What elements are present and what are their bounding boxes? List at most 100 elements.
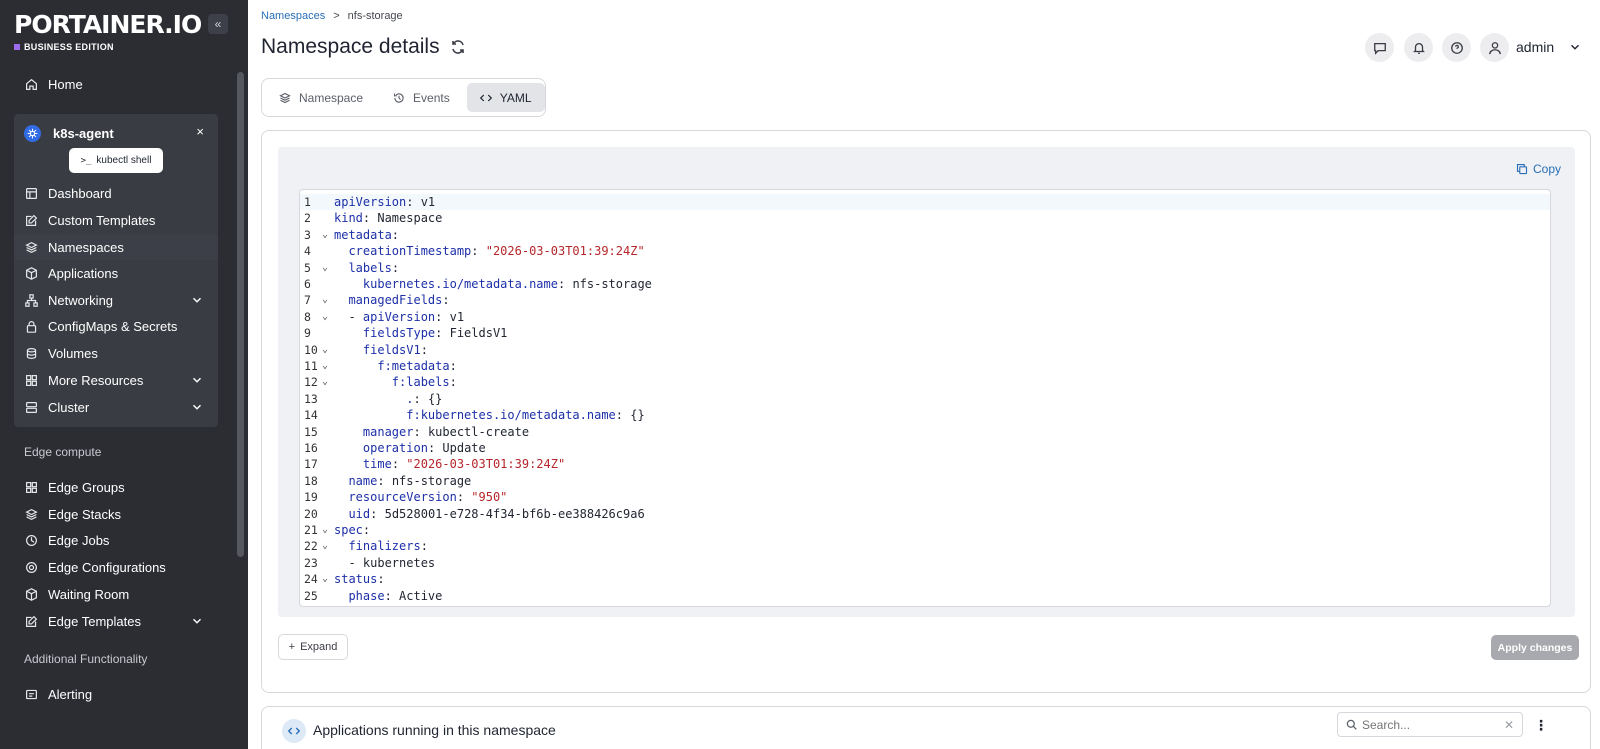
fold-chevron-icon[interactable]: ⌄	[322, 227, 332, 243]
user-avatar[interactable]	[1480, 33, 1509, 62]
code-line[interactable]: 20 uid: 5d528001-e728-4f34-bf6b-ee388426…	[300, 506, 1550, 522]
portainer-logo[interactable]: PORTAINER.IO BUSINESS EDITION	[14, 10, 202, 52]
code-line[interactable]: 25 phase: Active	[300, 588, 1550, 604]
box-icon	[24, 266, 38, 280]
code-text: managedFields:	[334, 292, 449, 308]
yaml-key: finalizers	[348, 539, 421, 554]
sidebar-item-edge-configurations[interactable]: Edge Configurations	[14, 554, 218, 580]
fold-chevron-icon[interactable]: ⌄	[322, 342, 332, 358]
notifications-button[interactable]	[1404, 33, 1433, 62]
user-name[interactable]: admin	[1516, 39, 1554, 55]
tab-events[interactable]: Events	[380, 83, 463, 112]
code-line[interactable]: 9 fieldsType: FieldsV1	[300, 325, 1550, 341]
code-line[interactable]: 12 ⌄ f:labels:	[300, 374, 1550, 390]
code-line[interactable]: 5 ⌄ labels:	[300, 260, 1550, 276]
sidebar-item-home[interactable]: Home	[14, 71, 218, 97]
kubectl-shell-label: kubectl shell	[96, 155, 152, 166]
sidebar-item-applications[interactable]: Applications	[14, 260, 218, 286]
chevron-down-icon[interactable]	[1568, 40, 1582, 54]
code-line[interactable]: 15 manager: kubectl-create	[300, 424, 1550, 440]
code-line[interactable]: 16 operation: Update	[300, 440, 1550, 456]
code-line[interactable]: 23 - kubernetes	[300, 555, 1550, 571]
sidebar-item-custom-templates[interactable]: Custom Templates	[14, 207, 218, 233]
search-icon	[1346, 719, 1357, 730]
sidebar-item-edge-groups[interactable]: Edge Groups	[14, 474, 218, 500]
code-line[interactable]: 8 ⌄ - apiVersion: v1	[300, 309, 1550, 325]
sidebar-item-alerting[interactable]: Alerting	[14, 681, 218, 707]
tab-namespace[interactable]: Namespace	[266, 83, 376, 112]
code-line[interactable]: 24 ⌄ status:	[300, 571, 1550, 587]
help-button[interactable]	[1442, 33, 1471, 62]
fold-chevron-icon[interactable]: ⌄	[322, 538, 332, 554]
terminal-icon: >_	[80, 155, 92, 166]
feedback-button[interactable]	[1365, 33, 1394, 62]
code-line[interactable]: 10 ⌄ fieldsV1:	[300, 342, 1550, 358]
more-options-icon[interactable]: ⋮	[1534, 717, 1548, 734]
sidebar-item-edge-stacks[interactable]: Edge Stacks	[14, 501, 218, 527]
sidebar-item-configmaps-secrets[interactable]: ConfigMaps & Secrets	[14, 313, 218, 339]
fold-chevron-icon[interactable]: ⌄	[322, 309, 332, 325]
sidebar-item-edge-templates[interactable]: Edge Templates	[14, 608, 218, 634]
fold-chevron-icon[interactable]: ⌄	[322, 260, 332, 276]
code-line[interactable]: 13 .: {}	[300, 391, 1550, 407]
fold-chevron-icon[interactable]: ⌄	[322, 374, 332, 390]
expand-button[interactable]: + Expand	[278, 634, 348, 660]
close-environment-icon[interactable]: ×	[196, 124, 204, 139]
sidebar-item-cluster[interactable]: Cluster	[14, 394, 218, 420]
breadcrumb-namespaces-link[interactable]: Namespaces	[261, 10, 325, 22]
kubectl-shell-button[interactable]: >_ kubectl shell	[69, 148, 163, 173]
sidebar-item-dashboard[interactable]: Dashboard	[14, 180, 218, 206]
sidebar-item-edge-jobs[interactable]: Edge Jobs	[14, 527, 218, 553]
code-line[interactable]: 7 ⌄ managedFields:	[300, 292, 1550, 308]
code-line[interactable]: 1 apiVersion: v1	[300, 194, 1550, 210]
line-number: 4	[304, 244, 311, 259]
code-line[interactable]: 19 resourceVersion: "950"	[300, 489, 1550, 505]
sidebar-item-networking[interactable]: Networking	[14, 287, 218, 313]
fold-chevron-icon[interactable]: ⌄	[322, 522, 332, 538]
sidebar-item-label: Edge Configurations	[48, 559, 166, 575]
sidebar-item-waiting-room[interactable]: Waiting Room	[14, 581, 218, 607]
apply-changes-button[interactable]: Apply changes	[1491, 635, 1579, 660]
code-line[interactable]: 21 ⌄ spec:	[300, 522, 1550, 538]
code-line[interactable]: 26	[300, 604, 1550, 606]
code-line[interactable]: 11 ⌄ f:metadata:	[300, 358, 1550, 374]
code-line[interactable]: 14 f:kubernetes.io/metadata.name: {}	[300, 407, 1550, 423]
fold-chevron-icon[interactable]: ⌄	[322, 571, 332, 587]
yaml-separator: :	[427, 441, 443, 455]
sidebar-item-namespaces[interactable]: Namespaces	[14, 234, 218, 260]
fold-chevron-icon[interactable]: ⌄	[322, 292, 332, 308]
code-text: f:kubernetes.io/metadata.name: {}	[334, 407, 644, 423]
collapse-sidebar-button[interactable]: «	[208, 14, 228, 34]
code-line[interactable]: 4 creationTimestamp: "2026-03-03T01:39:2…	[300, 243, 1550, 259]
yaml-value: v1	[420, 195, 436, 209]
code-line[interactable]: 3 ⌄ metadata:	[300, 227, 1550, 243]
edge-compute-section-title: Edge compute	[24, 445, 102, 459]
sidebar-scrollbar[interactable]	[237, 72, 244, 557]
yaml-code-editor[interactable]: 1 apiVersion: v1 2 kind: Namespace 3 ⌄ metadat…	[299, 189, 1551, 607]
tab-yaml[interactable]: YAML	[466, 83, 545, 112]
code-line[interactable]: 6 kubernetes.io/metadata.name: nfs-stora…	[300, 276, 1550, 292]
code-line[interactable]: 2 kind: Namespace	[300, 210, 1550, 226]
sidebar-item-more-resources[interactable]: More Resources	[14, 367, 218, 393]
yaml-separator: :	[557, 277, 573, 291]
search-input[interactable]	[1362, 717, 1492, 732]
fold-chevron-icon[interactable]: ⌄	[322, 358, 332, 374]
search-field[interactable]: ✕	[1337, 712, 1523, 737]
clear-search-icon[interactable]: ✕	[1504, 718, 1514, 732]
copy-label: Copy	[1532, 162, 1561, 176]
sidebar-item-label: Alerting	[48, 686, 93, 702]
code-line[interactable]: 18 name: nfs-storage	[300, 473, 1550, 489]
code-line[interactable]: 17 time: "2026-03-03T01:39:24Z"	[300, 456, 1550, 472]
code-line[interactable]: 22 ⌄ finalizers:	[300, 538, 1550, 554]
yaml-value: nfs-storage	[391, 473, 472, 488]
sidebar-item-volumes[interactable]: Volumes	[14, 340, 218, 366]
yaml-card: Copy 1 apiVersion: v1 2 kind: Namespace 3 ⌄ me…	[261, 130, 1591, 693]
yaml-key: manager	[362, 424, 414, 439]
yaml-key: resourceVersion	[348, 490, 457, 505]
copy-button[interactable]: Copy	[1516, 162, 1561, 176]
refresh-icon[interactable]	[450, 39, 466, 55]
